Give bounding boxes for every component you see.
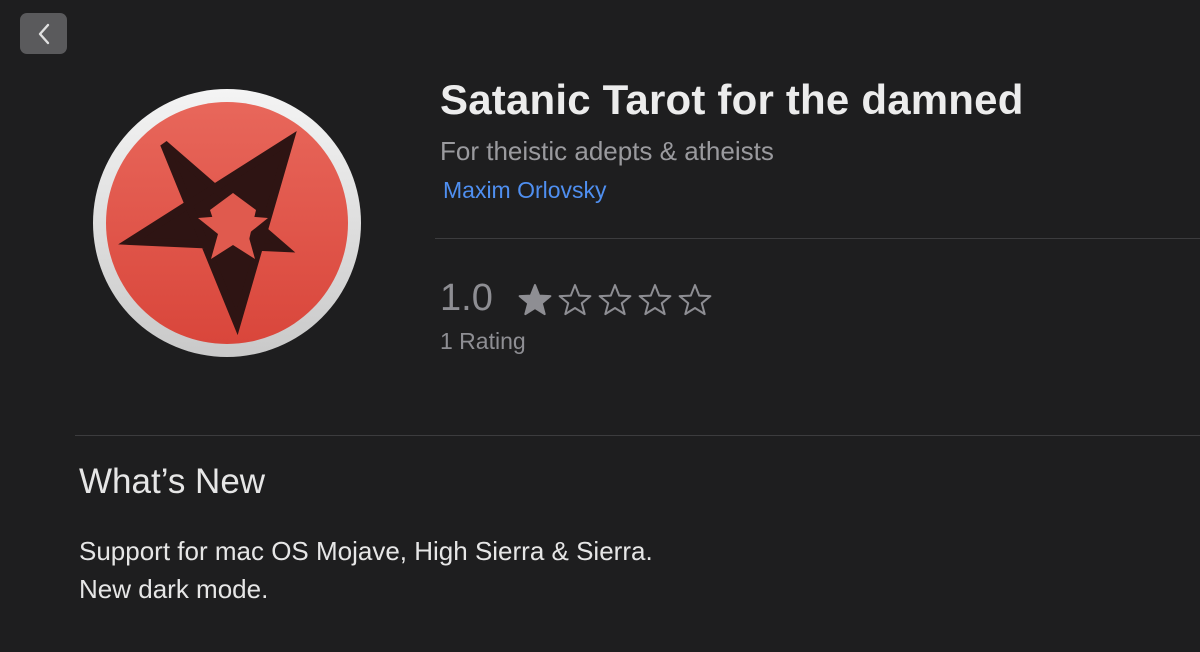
- star-empty-icon: [678, 284, 712, 316]
- whats-new-title: What’s New: [79, 462, 266, 501]
- developer-link[interactable]: Maxim Orlovsky: [443, 177, 607, 204]
- release-notes: Support for mac OS Mojave, High Sierra &…: [79, 532, 653, 608]
- star-rating: [517, 283, 713, 317]
- app-subtitle: For theistic adepts & atheists: [440, 136, 774, 166]
- back-button[interactable]: [20, 13, 67, 54]
- release-note-line: New dark mode.: [79, 574, 269, 604]
- release-note-line: Support for mac OS Mojave, High Sierra &…: [79, 536, 653, 566]
- rating-value: 1.0: [440, 277, 493, 319]
- chevron-left-icon: [38, 23, 49, 44]
- divider: [435, 238, 1200, 239]
- star-filled-icon: [518, 284, 552, 316]
- star-empty-icon: [638, 284, 672, 316]
- app-title: Satanic Tarot for the damned: [440, 76, 1024, 123]
- app-store-page: Satanic Tarot for the damned For theisti…: [0, 0, 1200, 652]
- section-divider: [75, 435, 1200, 436]
- rating-count: 1 Rating: [440, 328, 526, 354]
- star-empty-icon: [558, 284, 592, 316]
- star-empty-icon: [598, 284, 632, 316]
- app-icon: [93, 89, 361, 357]
